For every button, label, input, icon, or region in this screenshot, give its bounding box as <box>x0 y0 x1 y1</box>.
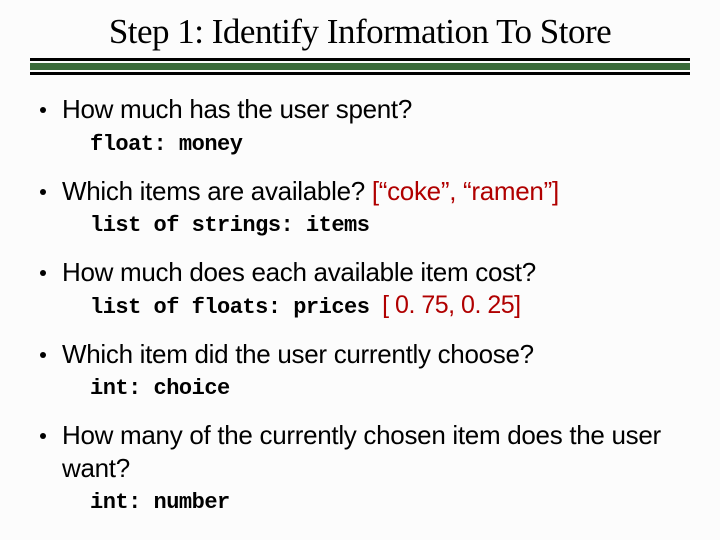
bullet-group: How many of the currently chosen item do… <box>40 419 690 515</box>
code-line: float: money <box>90 128 690 157</box>
slide: Step 1: Identify Information To Store Ho… <box>0 0 720 540</box>
bullet-item: How much has the user spent? <box>40 93 690 126</box>
code-line: int: number <box>90 486 690 515</box>
slide-title: Step 1: Identify Information To Store <box>30 12 690 52</box>
code-line: list of strings: items <box>90 209 690 238</box>
bullet-dot-icon <box>40 107 46 113</box>
bullet-dot-icon <box>40 189 46 195</box>
bullet-item: Which items are available? [“coke”, “ram… <box>40 175 690 208</box>
bullet-text: How much does each available item cost? <box>62 256 536 289</box>
bullet-item: How much does each available item cost? <box>40 256 690 289</box>
bullet-item: Which item did the user currently choose… <box>40 338 690 371</box>
bullet-text: Which items are available? [“coke”, “ram… <box>62 175 559 208</box>
bullet-group: Which items are available? [“coke”, “ram… <box>40 175 690 239</box>
bullet-dot-icon <box>40 433 46 439</box>
code-line: list of floats: prices [ 0. 75, 0. 25] <box>90 291 690 320</box>
content: How much has the user spent? float: mone… <box>0 75 720 515</box>
bullet-text: How many of the currently chosen item do… <box>62 419 690 484</box>
bullet-dot-icon <box>40 270 46 276</box>
title-block: Step 1: Identify Information To Store <box>0 0 720 75</box>
bullet-group: How much does each available item cost? … <box>40 256 690 320</box>
bullet-text: How much has the user spent? <box>62 93 412 126</box>
bullet-text: Which item did the user currently choose… <box>62 338 534 371</box>
bullet-dot-icon <box>40 352 46 358</box>
bullet-group: Which item did the user currently choose… <box>40 338 690 402</box>
code-line: int: choice <box>90 372 690 401</box>
bullet-item: How many of the currently chosen item do… <box>40 419 690 484</box>
title-underline <box>30 58 690 75</box>
bullet-group: How much has the user spent? float: mone… <box>40 93 690 157</box>
